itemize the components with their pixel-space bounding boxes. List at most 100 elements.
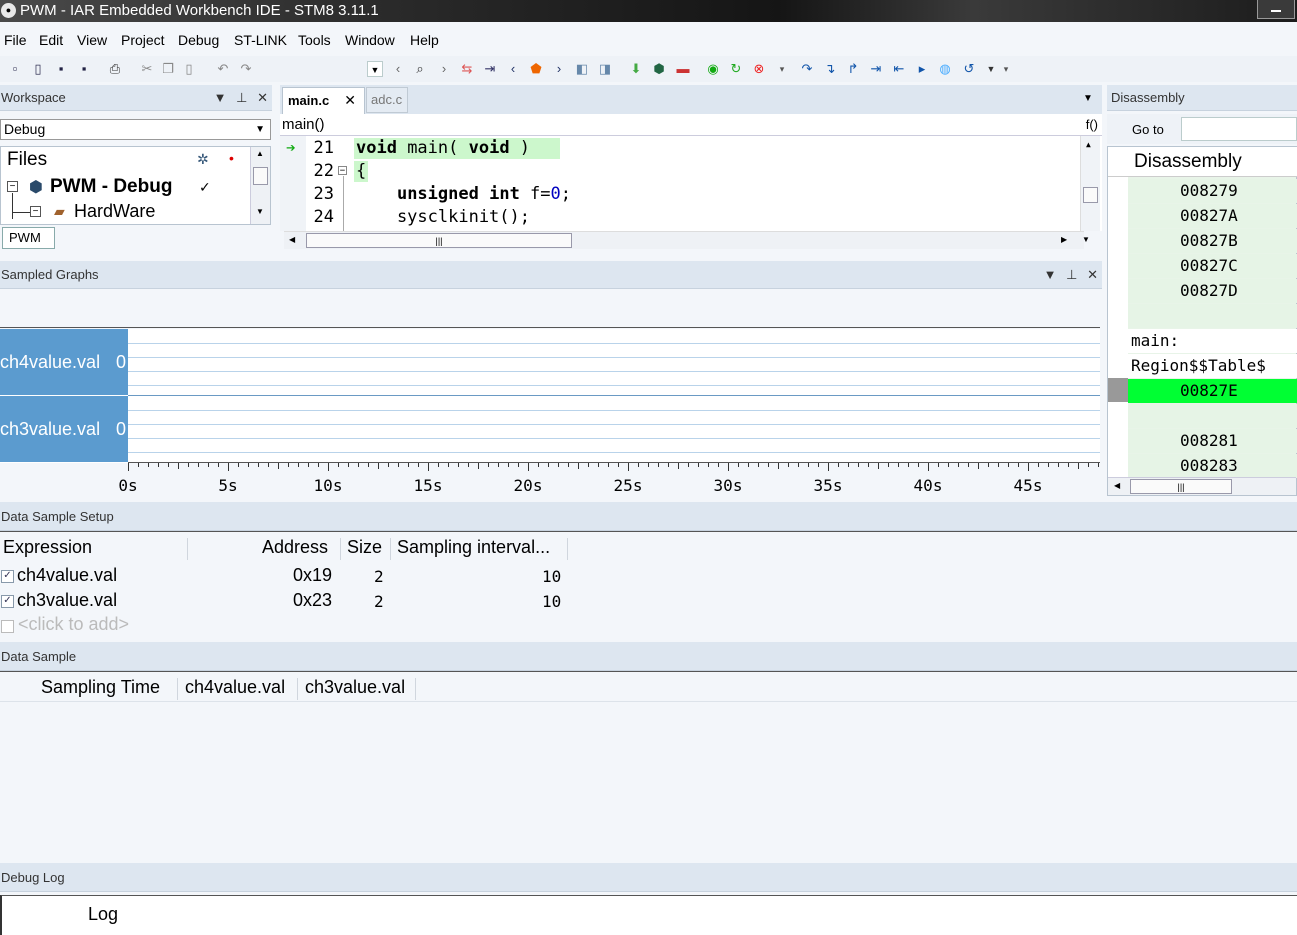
scroll-thumb[interactable] bbox=[253, 167, 268, 185]
column-divider[interactable] bbox=[187, 538, 188, 560]
close-icon[interactable]: ✕ bbox=[257, 85, 268, 111]
go-icon[interactable]: ▸ bbox=[914, 61, 930, 77]
toolbar-overflow-icon-2[interactable]: ▾ bbox=[998, 61, 1014, 77]
scroll-down-icon[interactable]: ▼ bbox=[256, 207, 264, 216]
chevron-right-icon[interactable]: › bbox=[436, 61, 452, 77]
col-ch4value[interactable]: ch4value.val bbox=[185, 677, 285, 698]
scroll-down-icon[interactable]: ▼ bbox=[1082, 235, 1090, 244]
menu-window[interactable]: Window bbox=[345, 32, 395, 48]
disassembly-row[interactable]: Region$$Table$ bbox=[1128, 354, 1297, 378]
close-icon[interactable]: ✕ bbox=[344, 88, 356, 113]
add-expression-placeholder[interactable]: <click to add> bbox=[18, 614, 129, 635]
gear-icon[interactable]: ✲ bbox=[197, 151, 209, 168]
function-list-button[interactable]: f() bbox=[1086, 114, 1098, 136]
undo-icon[interactable]: ↶ bbox=[215, 61, 231, 77]
reset-dropdown-icon[interactable]: ▼ bbox=[983, 61, 999, 77]
pin-icon[interactable]: ⊥ bbox=[236, 85, 247, 111]
code-line[interactable]: 22 { bbox=[280, 160, 1080, 183]
disassembly-row[interactable]: 00827B bbox=[1128, 229, 1297, 253]
log-column-header[interactable]: Log bbox=[88, 904, 118, 925]
toolbar-overflow-icon[interactable]: ▾ bbox=[774, 61, 790, 77]
save-icon[interactable]: ▪ bbox=[53, 61, 69, 77]
tree-scrollbar[interactable]: ▲ ▼ bbox=[250, 147, 270, 224]
debug-download-icon[interactable]: ◉ bbox=[705, 61, 721, 77]
column-divider[interactable] bbox=[177, 678, 178, 700]
scroll-up-icon[interactable]: ▲ bbox=[256, 149, 264, 158]
column-divider[interactable] bbox=[340, 538, 341, 560]
scroll-thumb[interactable]: ||| bbox=[1130, 479, 1232, 494]
disassembly-gutter[interactable] bbox=[1108, 177, 1128, 495]
disassembly-row[interactable]: main: bbox=[1128, 329, 1297, 353]
editor-vscrollbar[interactable]: ▲ bbox=[1080, 136, 1100, 231]
disassembly-row[interactable]: 00827D bbox=[1128, 279, 1297, 303]
next-statement-icon[interactable]: ⇥ bbox=[868, 61, 884, 77]
bookmark-prev-icon[interactable]: ‹ bbox=[505, 61, 521, 77]
chevron-left-icon[interactable]: ‹ bbox=[390, 61, 406, 77]
disassembly-row[interactable]: 008281 bbox=[1128, 429, 1297, 453]
replace-icon[interactable]: ⇆ bbox=[459, 61, 475, 77]
function-navigator[interactable]: main() f() bbox=[280, 114, 1102, 136]
menu-edit[interactable]: Edit bbox=[39, 32, 63, 48]
run-to-cursor-icon[interactable]: ⇤ bbox=[891, 61, 907, 77]
disassembly-row[interactable]: 00827A bbox=[1128, 204, 1297, 228]
configuration-select[interactable]: Debug ▼ bbox=[0, 119, 271, 140]
break-icon[interactable]: ◍ bbox=[937, 61, 953, 77]
paste-icon[interactable]: ▯ bbox=[181, 61, 197, 77]
disassembly-view[interactable]: Disassembly 008279 00827A 00827B 00827C 0082… bbox=[1107, 146, 1297, 496]
scroll-thumb[interactable] bbox=[1083, 187, 1098, 203]
panel-menu-icon[interactable]: ▼ bbox=[214, 85, 227, 111]
open-file-icon[interactable]: ▯ bbox=[30, 61, 46, 77]
bookmark-icon[interactable]: ⬟ bbox=[528, 61, 544, 77]
code-line[interactable]: 24 sysclkinit(); bbox=[280, 206, 1080, 229]
menu-st-link[interactable]: ST-LINK bbox=[234, 32, 287, 48]
column-divider[interactable] bbox=[390, 538, 391, 560]
step-into-icon[interactable]: ↴ bbox=[822, 61, 838, 77]
scroll-thumb[interactable]: ||| bbox=[306, 233, 572, 248]
disassembly-row[interactable]: 008283 bbox=[1128, 454, 1297, 478]
scroll-up-icon[interactable]: ▲ bbox=[1086, 140, 1091, 149]
collapse-icon[interactable]: − bbox=[7, 181, 18, 192]
row-enable-checkbox[interactable]: ✓ bbox=[1, 570, 14, 583]
copy-icon[interactable]: ❐ bbox=[160, 61, 176, 77]
bookmark-next-icon[interactable]: › bbox=[551, 61, 567, 77]
goto-input[interactable] bbox=[1181, 117, 1297, 141]
col-sampling-time[interactable]: Sampling Time bbox=[41, 677, 160, 698]
close-icon[interactable]: ✕ bbox=[1087, 261, 1098, 289]
row-enable-checkbox[interactable]: ✓ bbox=[1, 595, 14, 608]
col-expression[interactable]: Expression bbox=[3, 537, 92, 558]
menu-project[interactable]: Project bbox=[121, 32, 165, 48]
go-to-line-icon[interactable]: ⇥ bbox=[482, 61, 498, 77]
col-size[interactable]: Size bbox=[347, 537, 382, 558]
scroll-left-icon[interactable]: ◀ bbox=[1114, 481, 1120, 490]
find-combo-dropdown[interactable]: ▼ bbox=[367, 61, 383, 77]
new-file-icon[interactable]: ▫ bbox=[7, 61, 23, 77]
col-ch3value[interactable]: ch3value.val bbox=[305, 677, 405, 698]
panel-menu-icon[interactable]: ▼ bbox=[1044, 261, 1057, 289]
disassembly-row[interactable]: 00827C bbox=[1128, 254, 1297, 278]
editor-hscrollbar[interactable]: ◀ ||| ▶ bbox=[284, 231, 1084, 249]
step-over-icon[interactable]: ↷ bbox=[799, 61, 815, 77]
disassembly-row[interactable] bbox=[1128, 304, 1297, 328]
menu-file[interactable]: File bbox=[4, 32, 27, 48]
tab-adc-c[interactable]: adc.c bbox=[366, 87, 408, 113]
menu-view[interactable]: View bbox=[77, 32, 107, 48]
collapse-icon[interactable]: − bbox=[30, 206, 41, 217]
minimize-button[interactable] bbox=[1257, 0, 1295, 19]
column-divider[interactable] bbox=[567, 538, 568, 560]
redo-icon[interactable]: ↷ bbox=[238, 61, 254, 77]
pin-icon[interactable]: ⊥ bbox=[1066, 261, 1077, 289]
debug-no-download-icon[interactable]: ↻ bbox=[728, 61, 744, 77]
column-divider[interactable] bbox=[297, 678, 298, 700]
disassembly-row[interactable]: 00827E bbox=[1128, 379, 1297, 403]
nav-forward-icon[interactable]: ◨ bbox=[597, 61, 613, 77]
row-enable-checkbox[interactable] bbox=[1, 620, 14, 633]
debug-log-view[interactable]: Log bbox=[0, 895, 1297, 935]
add-row[interactable]: <click to add> bbox=[0, 614, 600, 636]
disassembly-row[interactable]: 008279 bbox=[1128, 179, 1297, 203]
table-row[interactable]: ✓ ch3value.val 0x23 2 10 bbox=[0, 589, 600, 613]
project-name[interactable]: PWM - Debug bbox=[50, 176, 172, 198]
menu-help[interactable]: Help bbox=[410, 32, 439, 48]
step-out-icon[interactable]: ↱ bbox=[845, 61, 861, 77]
menu-debug[interactable]: Debug bbox=[178, 32, 219, 48]
scroll-right-icon[interactable]: ▶ bbox=[1061, 235, 1067, 244]
